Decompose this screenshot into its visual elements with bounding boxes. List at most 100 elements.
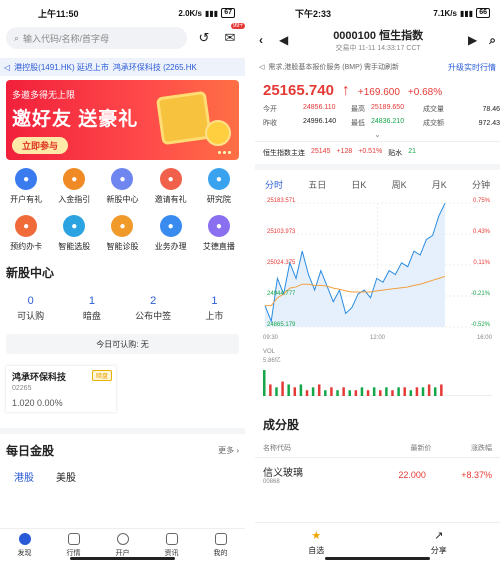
trade-status: 交易中 11-11 14:33:17 CCT — [335, 45, 421, 52]
chevron-down-icon[interactable]: ⌄ — [255, 130, 500, 139]
volume-bar — [275, 387, 278, 396]
next-icon[interactable]: ▶ — [468, 33, 477, 48]
feature-target[interactable]: ● 智能选股 — [50, 215, 98, 252]
bottom-nav: 发现 行情 开户 资讯 我的 — [0, 528, 245, 562]
feature-label: 智能选股 — [58, 242, 91, 251]
volume-bar — [415, 387, 419, 396]
quote-header: ‹ ◀ 0000100 恒生指数 交易中 11-11 14:33:17 CCT ▶… — [255, 26, 500, 54]
y-tick-left: 24865.179 — [267, 322, 296, 328]
ipo-stat[interactable]: 1 暗盘 — [61, 295, 122, 322]
stock-code: 00868 — [263, 479, 280, 485]
promo-banner[interactable]: 多邀多得无上限 邀好友 送豪礼 立即参与 — [6, 80, 239, 160]
volume-bar — [336, 390, 339, 396]
nav-discover[interactable]: 发现 — [0, 529, 49, 562]
net-speed: 2.0K/s — [178, 8, 202, 18]
feature-service[interactable]: ● 业务办理 — [147, 215, 195, 252]
ipo-icon: ● — [111, 168, 134, 190]
volume-bar — [421, 387, 425, 396]
volume-bar — [403, 387, 406, 396]
feature-label: 入金指引 — [58, 195, 91, 204]
table-row[interactable]: 信义玻璃 00868 22.000 +8.37% — [255, 458, 500, 491]
tab-daily[interactable]: 日K — [351, 178, 366, 191]
y-tick-right: 0.43% — [473, 229, 491, 235]
ipo-stat-label: 公布中签 — [135, 311, 172, 321]
feature-diagnose[interactable]: ● 智能诊股 — [98, 215, 146, 252]
ipo-center-title: 新股中心 — [6, 266, 55, 280]
diagnose-icon: ● — [111, 215, 134, 237]
ipo-stat-value: 0 — [27, 295, 34, 307]
volume-bar — [317, 384, 321, 396]
nav-me[interactable]: 我的 — [196, 529, 245, 562]
feature-grid: ● 开户有礼 ● 入金指引 ● 新股中心 ● 邀请有礼 ● 研究院 ● 预约办卡 ● 智能选股 ● 智能诊股 ●… — [0, 160, 245, 252]
back-icon[interactable]: ‹ — [259, 33, 263, 47]
ipo-stat-value: 1 — [211, 295, 218, 307]
ipo-stat-label: 暗盘 — [82, 311, 101, 321]
bmp-notice: ◁ 需求,港股基本报价服务 (BMP) 需手动刷新 升级实时行情 — [255, 58, 500, 76]
tab-us[interactable]: 美股 — [56, 469, 76, 484]
feature-label: 业务办理 — [154, 242, 187, 251]
coin-icon — [205, 120, 231, 146]
user-icon — [214, 533, 227, 545]
feature-gift[interactable]: ● 邀请有礼 — [147, 168, 195, 205]
history-icon[interactable]: ↺ — [195, 29, 213, 47]
feature-ipo[interactable]: ● 新股中心 — [98, 168, 146, 205]
carousel-dots — [218, 151, 231, 154]
ipo-stat[interactable]: 0 可认购 — [0, 295, 61, 322]
ipo-stat-value: 1 — [88, 295, 95, 307]
volume-bar — [379, 390, 382, 396]
battery-icon: 66 — [476, 8, 490, 18]
feature-plus-circle[interactable]: ● 开户有礼 — [2, 168, 50, 205]
feature-label: 新股中心 — [106, 195, 139, 204]
tab-5day[interactable]: 五日 — [308, 178, 326, 191]
volume-bar — [311, 387, 315, 396]
upgrade-link[interactable]: 升级实时行情 — [448, 61, 500, 73]
feature-label: 研究院 — [206, 195, 231, 204]
volume-bar — [433, 387, 437, 396]
page-title: 0000100 恒生指数 — [333, 30, 424, 42]
more-link[interactable]: 更多 › — [218, 445, 239, 456]
tab-hk[interactable]: 港股 — [14, 469, 34, 484]
components-title: 成分股 — [263, 418, 300, 432]
volume-bar — [269, 384, 272, 396]
volume-bar — [440, 384, 443, 396]
intraday-chart[interactable]: 25183.571 25103.973 25024.375 24944.777 2486… — [259, 195, 496, 335]
announcement-ticker[interactable]: ◁ 港控股(1491.HK) 延迟上市 鸿承环保科技 (2265.HK — [0, 58, 245, 76]
tab-weekly[interactable]: 周K — [392, 178, 407, 191]
battery-icon: 67 — [221, 8, 235, 18]
feature-live[interactable]: ● 艾德直播 — [195, 215, 243, 252]
price-chart-svg: 25183.571 25103.973 25024.375 24944.777 2486… — [264, 198, 491, 328]
tab-monthly[interactable]: 月K — [432, 178, 447, 191]
tab-minute[interactable]: 分钟 — [472, 178, 490, 191]
chart-icon — [67, 533, 80, 545]
y-tick-right: -0.52% — [471, 322, 491, 328]
hsi-futures-row[interactable]: 恒生指数主连 25145 +128 +0.51% 贴水 21 — [255, 141, 500, 164]
banner-title: 邀好友 送豪礼 — [12, 109, 139, 130]
tab-intraday[interactable]: 分时 — [265, 178, 283, 191]
feature-research[interactable]: ● 研究院 — [195, 168, 243, 205]
ipo-stat[interactable]: 1 上市 — [184, 295, 245, 322]
search-placeholder: 输入代码/名称/首字母 — [23, 33, 110, 44]
volume-bar — [305, 390, 309, 396]
price-row: 25165.740 ↑ +169.600 +0.68% — [255, 76, 500, 100]
ticker-item: 港控股(1491.HK) 延迟上市 — [14, 62, 109, 72]
volume-bar — [409, 390, 413, 396]
prev-icon[interactable]: ◀ — [279, 33, 288, 47]
volume-bar — [330, 387, 333, 396]
home-indicator — [70, 557, 175, 560]
message-badge: 99+ — [230, 23, 245, 29]
stock-name: 信义玻璃 — [263, 468, 303, 479]
ipo-stock-card[interactable]: 鸿承环保科技 02265 1.020 0.00% 暗盘 — [6, 366, 116, 412]
feature-card[interactable]: ● 预约办卡 — [2, 215, 50, 252]
search-input[interactable]: ⌕ 输入代码/名称/首字母 — [6, 27, 187, 49]
wallet-icon: ● — [63, 168, 86, 190]
x-tick: 12:00 — [369, 335, 385, 341]
ipo-stat[interactable]: 2 公布中签 — [123, 295, 184, 322]
message-icon[interactable]: ✉ 99+ — [221, 23, 245, 47]
search-icon[interactable]: ⌕ — [489, 33, 496, 48]
feature-label: 开户有礼 — [10, 195, 43, 204]
arrow-up-icon: ↑ — [341, 82, 350, 99]
plus-circle-icon: ● — [15, 168, 38, 190]
feature-wallet[interactable]: ● 入金指引 — [50, 168, 98, 205]
banner-button[interactable]: 立即参与 — [12, 137, 69, 154]
stock-pct: +8.37% — [461, 469, 492, 480]
